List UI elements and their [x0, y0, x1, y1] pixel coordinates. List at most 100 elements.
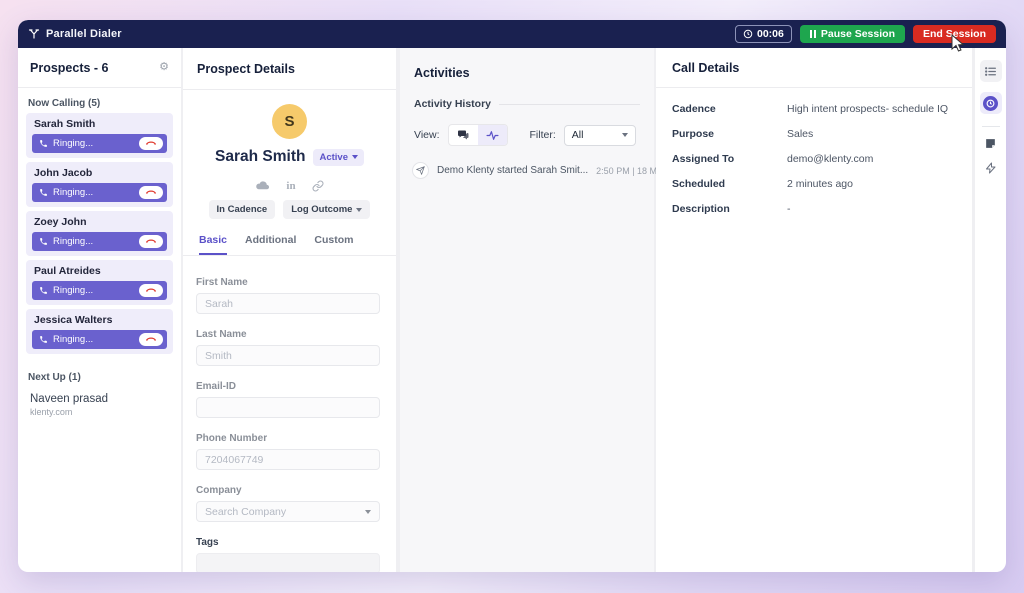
next-up-item[interactable]: Naveen prasad klenty.com — [18, 387, 181, 417]
tab-additional[interactable]: Additional — [245, 234, 296, 255]
chevron-down-icon — [352, 155, 358, 159]
phone-icon — [39, 139, 48, 148]
app-title: Parallel Dialer — [46, 28, 122, 40]
linkedin-icon[interactable]: in — [286, 180, 295, 192]
hangup-icon — [146, 139, 156, 149]
prospect-card[interactable]: John Jacob Ringing... — [26, 162, 173, 207]
ringing-bar: Ringing... — [32, 330, 167, 349]
log-outcome-button[interactable]: Log Outcome — [283, 200, 370, 219]
notes-button[interactable] — [984, 137, 997, 150]
app-window: Parallel Dialer 00:06 Pause Session End … — [18, 20, 1006, 572]
call-history-button[interactable] — [980, 92, 1002, 114]
timeline-view-button[interactable] — [478, 125, 507, 145]
filter-select[interactable]: All — [564, 125, 636, 146]
description-value: - — [787, 203, 791, 215]
activities-title: Activities — [414, 66, 470, 80]
call-details-title: Call Details — [672, 61, 739, 75]
topbar: Parallel Dialer 00:06 Pause Session End … — [18, 20, 1006, 48]
chevron-down-icon — [365, 510, 371, 514]
description-label: Description — [672, 203, 787, 215]
klenty-logo-icon — [28, 28, 40, 40]
prospect-name: Zoey John — [32, 216, 167, 228]
activities-panel: Activities Activity History View: Filter… — [400, 48, 654, 572]
first-name-input[interactable] — [196, 293, 380, 314]
clock-icon — [986, 99, 995, 108]
brand: Parallel Dialer — [28, 28, 122, 40]
filter-select-value: All — [572, 129, 584, 141]
purpose-label: Purpose — [672, 128, 787, 140]
hangup-icon — [146, 237, 156, 247]
right-toolbar — [975, 48, 1006, 572]
ringing-bar: Ringing... — [32, 183, 167, 202]
pause-session-label: Pause Session — [821, 28, 895, 40]
prospect-name: Sarah Smith — [32, 118, 167, 130]
quick-actions-button[interactable] — [985, 162, 997, 174]
hangup-button[interactable] — [139, 137, 163, 150]
company-select[interactable]: Search Company — [196, 501, 380, 522]
cadence-label: Cadence — [672, 103, 787, 115]
cadence-value: High intent prospects- schedule IQ — [787, 103, 948, 115]
link-icon[interactable] — [312, 180, 324, 192]
prospect-card[interactable]: Paul Atreides Ringing... — [26, 260, 173, 305]
comments-view-button[interactable] — [449, 125, 478, 145]
company-label: Company — [196, 485, 380, 496]
ringing-status: Ringing... — [53, 187, 93, 198]
cloud-icon[interactable] — [255, 178, 270, 193]
scheduled-value: 2 minutes ago — [787, 178, 853, 190]
activity-time: 2:50 PM | 18 Mar — [596, 166, 665, 176]
hangup-button[interactable] — [139, 186, 163, 199]
call-detail-row: Cadence High intent prospects- schedule … — [656, 96, 972, 121]
pause-session-button[interactable]: Pause Session — [800, 25, 905, 43]
prospects-panel: Prospects - 6 ⚙ Now Calling (5) Sarah Sm… — [18, 48, 181, 572]
email-input[interactable] — [196, 397, 380, 418]
prospect-card[interactable]: Sarah Smith Ringing... — [26, 113, 173, 158]
hangup-button[interactable] — [139, 235, 163, 248]
tab-custom[interactable]: Custom — [314, 234, 353, 255]
phone-icon — [39, 335, 48, 344]
scheduled-label: Scheduled — [672, 178, 787, 190]
activity-history-label: Activity History — [414, 98, 491, 110]
first-name-label: First Name — [196, 277, 380, 288]
activity-item[interactable]: Demo Klenty started Sarah Smit... 2:50 P… — [400, 146, 654, 179]
clock-circle-icon — [983, 96, 998, 111]
email-label: Email-ID — [196, 381, 380, 392]
call-detail-row: Purpose Sales — [656, 121, 972, 146]
ringing-bar: Ringing... — [32, 281, 167, 300]
phone-icon — [39, 237, 48, 246]
prospect-details-panel: Prospect Details S Sarah Smith Active in… — [183, 48, 396, 572]
chevron-down-icon — [622, 133, 628, 137]
ringing-status: Ringing... — [53, 138, 93, 149]
status-badge-label: Active — [319, 152, 348, 163]
ringing-status: Ringing... — [53, 236, 93, 247]
status-badge[interactable]: Active — [313, 149, 364, 166]
note-icon — [984, 137, 997, 150]
hangup-button[interactable] — [139, 284, 163, 297]
tab-basic[interactable]: Basic — [199, 234, 227, 255]
queue-list-button[interactable] — [980, 60, 1002, 82]
next-up-company: klenty.com — [30, 407, 169, 417]
tags-input[interactable] — [196, 553, 380, 572]
end-session-button[interactable]: End Session — [913, 25, 996, 43]
timer-value: 00:06 — [757, 28, 784, 40]
hangup-button[interactable] — [139, 333, 163, 346]
settings-icon[interactable]: ⚙ — [159, 62, 169, 73]
divider — [982, 126, 1000, 127]
phone-number-input[interactable] — [196, 449, 380, 470]
call-details-panel: Call Details Cadence High intent prospec… — [656, 48, 972, 572]
lightning-icon — [985, 162, 997, 174]
divider — [499, 104, 640, 105]
session-timer: 00:06 — [735, 25, 792, 43]
end-session-label: End Session — [923, 28, 986, 40]
prospect-card[interactable]: Jessica Walters Ringing... — [26, 309, 173, 354]
prospect-name: Jessica Walters — [32, 314, 167, 326]
now-calling-label: Now Calling (5) — [18, 88, 181, 113]
assigned-to-label: Assigned To — [672, 153, 787, 165]
ringing-status: Ringing... — [53, 285, 93, 296]
call-detail-row: Assigned To demo@klenty.com — [656, 146, 972, 171]
company-select-value: Search Company — [205, 506, 286, 518]
last-name-input[interactable] — [196, 345, 380, 366]
activity-text: Demo Klenty started Sarah Smit... — [437, 165, 588, 176]
assigned-to-value: demo@klenty.com — [787, 153, 873, 165]
prospect-card[interactable]: Zoey John Ringing... — [26, 211, 173, 256]
call-detail-row: Scheduled 2 minutes ago — [656, 171, 972, 196]
